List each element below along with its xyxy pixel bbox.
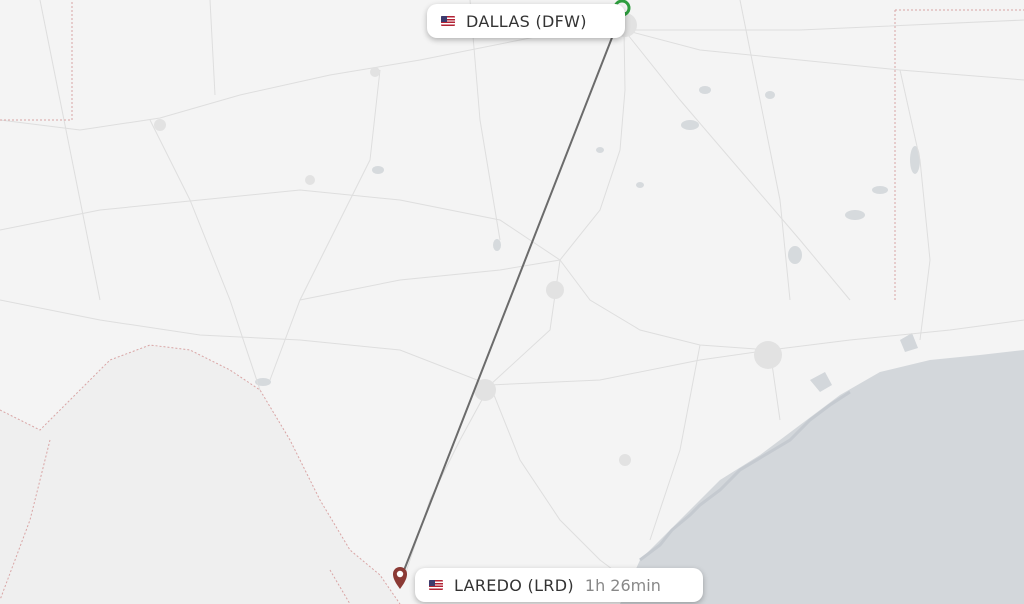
flight-duration: 1h 26min	[584, 575, 661, 595]
origin-label[interactable]: DALLAS (DFW)	[427, 4, 625, 38]
us-flag-icon	[441, 16, 455, 26]
destination-label[interactable]: LAREDO (LRD) 1h 26min	[415, 568, 703, 602]
us-flag-icon	[429, 580, 443, 590]
flight-route-map[interactable]: DALLAS (DFW) LAREDO (LRD) 1h 26min	[0, 0, 1024, 604]
basemap	[0, 0, 1024, 604]
origin-city-label: DALLAS (DFW)	[466, 11, 587, 31]
destination-city-label: LAREDO (LRD)	[454, 575, 574, 595]
